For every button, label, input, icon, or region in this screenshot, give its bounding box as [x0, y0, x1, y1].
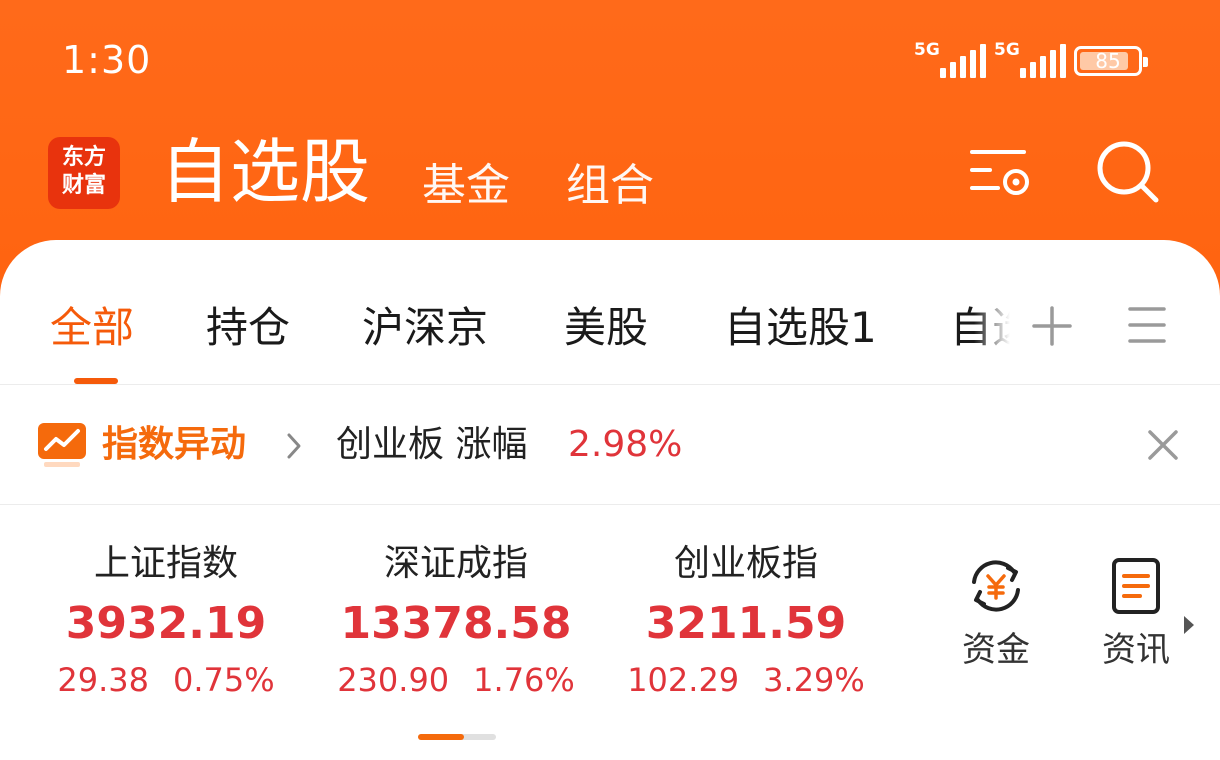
index-card-cyb[interactable]: 创业板指 3211.59 102.29 3.29%: [616, 540, 876, 702]
alert-percent: 2.98%: [568, 424, 683, 465]
chart-trend-icon: [38, 423, 86, 467]
funds-button[interactable]: 资金: [946, 556, 1046, 672]
app-logo[interactable]: 东方 财富: [48, 137, 120, 209]
funds-flow-icon: [972, 560, 1020, 612]
index-card-sh[interactable]: 上证指数 3932.19 29.38 0.75%: [36, 540, 296, 702]
index-name: 上证指数: [93, 543, 238, 584]
tab-custom-1[interactable]: 自选股1: [724, 300, 877, 356]
alert-title[interactable]: 指数异动: [102, 420, 246, 470]
index-change: 102.29: [627, 661, 740, 699]
index-card-sz[interactable]: 深证成指 13378.58 230.90 1.76%: [326, 540, 586, 702]
index-name: 创业板指: [673, 543, 818, 584]
index-change: 230.90: [337, 661, 450, 699]
news-label: 资讯: [1102, 630, 1170, 670]
add-group-icon[interactable]: [1030, 300, 1074, 352]
tab-shsz[interactable]: 沪深京: [362, 300, 488, 356]
index-pager: [418, 734, 496, 740]
news-button[interactable]: 资讯: [1086, 556, 1186, 672]
index-name: 深证成指: [383, 543, 528, 584]
tab-custom-2[interactable]: 自选: [950, 300, 1030, 356]
funds-label: 资金: [962, 630, 1030, 670]
tab-portfolio[interactable]: 组合: [566, 158, 654, 214]
status-time: 1:30: [62, 38, 152, 82]
search-icon[interactable]: [1096, 140, 1160, 204]
tab-fund[interactable]: 基金: [422, 158, 510, 214]
index-change: 29.38: [57, 661, 149, 699]
alert-message[interactable]: 创业板 涨幅: [336, 420, 527, 470]
battery-level: 85: [1095, 49, 1121, 73]
scroll-right-icon[interactable]: [1182, 614, 1196, 636]
index-value: 3211.59: [645, 598, 847, 649]
menu-icon[interactable]: [1128, 305, 1166, 345]
news-document-icon: [1112, 558, 1160, 614]
index-change-pct: 3.29%: [763, 661, 865, 699]
divider: [0, 384, 1220, 385]
tab-holdings[interactable]: 持仓: [206, 300, 290, 356]
tab-us-stocks[interactable]: 美股: [564, 300, 648, 356]
tab-watchlist[interactable]: 自选股: [160, 132, 370, 212]
list-settings-icon[interactable]: [968, 140, 1032, 204]
index-value: 13378.58: [340, 598, 572, 649]
status-bar: 1:30 5G 5G 85: [0, 0, 1220, 120]
battery-icon: 85: [1074, 46, 1148, 76]
index-change-pct: 0.75%: [172, 661, 275, 699]
signal-2-icon: 5G: [994, 40, 1066, 80]
index-value: 3932.19: [65, 598, 267, 649]
divider: [0, 504, 1220, 505]
index-change-pct: 1.76%: [473, 661, 575, 699]
close-icon[interactable]: [1146, 428, 1180, 462]
signal-1-icon: 5G: [914, 40, 986, 80]
tab-all[interactable]: 全部: [50, 300, 134, 356]
chevron-right-icon[interactable]: [286, 432, 302, 460]
